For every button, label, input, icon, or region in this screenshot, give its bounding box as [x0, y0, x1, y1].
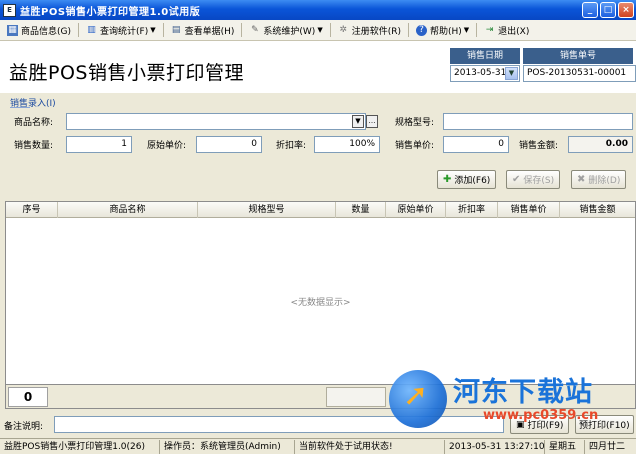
- menu-separator: [407, 23, 409, 37]
- exit-icon: ⇥: [485, 24, 494, 35]
- column-header[interactable]: 规格型号: [198, 202, 336, 218]
- original-price-label: 原始单价:: [147, 141, 187, 151]
- column-header[interactable]: 商品名称: [58, 202, 198, 218]
- sale-price-input[interactable]: 0: [443, 136, 509, 153]
- amount-label: 销售金额:: [519, 141, 559, 151]
- grid-header: 序号 商品名称 规格型号 数量 原始单价 折扣率 销售单价 销售金额: [6, 202, 635, 218]
- wrench-icon: ✎: [251, 24, 259, 35]
- delete-icon: ✖: [577, 174, 586, 185]
- chevron-down-icon: ▼: [317, 26, 323, 34]
- menu-bar: ▦ 商品信息(G) ▥ 查询统计(F) ▼ ▤ 查看单据(H) ✎ 系统维护(W)…: [0, 20, 636, 41]
- menu-goods-info[interactable]: ▦ 商品信息(G): [3, 21, 75, 39]
- delete-button[interactable]: ✖ 删除(D): [571, 170, 627, 189]
- chevron-down-icon: ▼: [150, 26, 156, 34]
- menu-separator: [476, 23, 478, 37]
- sale-price-label: 销售单价:: [395, 141, 435, 151]
- menu-system-maintenance[interactable]: ✎ 系统维护(W) ▼: [245, 21, 326, 39]
- status-bar: 益胜POS销售小票打印管理1.0(26) 操作员：系统管理员(Admin) 当前…: [0, 438, 636, 454]
- menu-separator: [329, 23, 331, 37]
- app-header: 益胜POS销售小票打印管理 销售日期 销售单号 2013-05-31 ▼ POS…: [0, 41, 636, 93]
- chevron-down-icon[interactable]: ▼: [352, 115, 364, 128]
- column-header[interactable]: 折扣率: [446, 202, 498, 218]
- menu-help[interactable]: ? 帮助(H) ▼: [412, 21, 473, 39]
- help-icon: ?: [415, 24, 427, 36]
- chevron-down-icon[interactable]: ▼: [505, 67, 518, 80]
- order-number-label: 销售单号: [523, 48, 633, 64]
- quantity-label: 销售数量:: [14, 141, 54, 151]
- quantity-input[interactable]: 1: [66, 136, 132, 153]
- menu-separator: [241, 23, 243, 37]
- status-operator: 操作员：系统管理员(Admin): [160, 439, 295, 454]
- save-button[interactable]: ✔ 保存(S): [506, 170, 561, 189]
- check-icon: ✔: [512, 174, 521, 185]
- spec-input[interactable]: [443, 113, 633, 130]
- status-datetime: 2013-05-31 13:27:10: [445, 439, 545, 454]
- spec-label: 规格型号:: [395, 118, 435, 128]
- original-price-input[interactable]: 0: [196, 136, 262, 153]
- sale-date-picker[interactable]: 2013-05-31 ▼: [450, 65, 520, 82]
- sales-entry-panel: 销售录入(I) 商品名称: ▼ … 规格型号: 销售数量: 1 原始单价: 0 …: [0, 93, 636, 195]
- menu-register-software[interactable]: ✲ 注册软件(R): [334, 21, 405, 39]
- title-bar: E 益胜POS销售小票打印管理1.0试用版 _ □ ×: [0, 0, 636, 20]
- menu-separator: [162, 23, 164, 37]
- column-header[interactable]: 原始单价: [386, 202, 446, 218]
- menu-exit[interactable]: ⇥ 退出(X): [480, 21, 533, 39]
- column-header[interactable]: 销售金额: [560, 202, 635, 218]
- discount-input[interactable]: 100%: [314, 136, 380, 153]
- remark-label: 备注说明:: [4, 422, 44, 432]
- arrow-icon: ➚: [403, 378, 429, 413]
- minimize-button[interactable]: _: [582, 2, 598, 18]
- watermark-text: 河东下载站: [453, 377, 593, 408]
- window-title: 益胜POS销售小票打印管理1.0试用版: [20, 6, 201, 18]
- status-lunar: 四月廿二: [589, 441, 626, 452]
- column-header[interactable]: 销售单价: [498, 202, 560, 218]
- menu-separator: [78, 23, 79, 37]
- status-trial: 当前软件处于试用状态!: [295, 439, 445, 454]
- add-button[interactable]: ✚ 添加(F6): [437, 170, 497, 189]
- section-underline: [10, 107, 30, 108]
- product-name-input[interactable]: [66, 113, 366, 130]
- chart-icon: ▥: [87, 24, 96, 35]
- browse-icon[interactable]: …: [366, 115, 378, 128]
- menu-query-stats[interactable]: ▥ 查询统计(F) ▼: [82, 21, 160, 39]
- column-header[interactable]: 数量: [336, 202, 386, 218]
- menu-view-documents[interactable]: ▤ 查看单据(H): [167, 21, 239, 39]
- amount-field: 0.00: [568, 136, 633, 153]
- close-button[interactable]: ×: [618, 2, 634, 18]
- order-number-field[interactable]: POS-20130531-00001: [523, 65, 636, 82]
- chevron-down-icon: ▼: [463, 26, 470, 34]
- document-icon: ▤: [171, 24, 181, 35]
- empty-message: <无数据显示>: [290, 298, 351, 308]
- quantity-total: [326, 387, 386, 407]
- watermark-url: www.pc0359.cn: [483, 408, 599, 423]
- status-weekday: 星期五: [545, 439, 585, 454]
- watermark: ➚ 河东下载站 www.pc0359.cn: [383, 364, 636, 438]
- status-app: 益胜POS销售小票打印管理1.0(26): [0, 439, 160, 454]
- app-title: 益胜POS销售小票打印管理: [9, 62, 244, 84]
- gear-icon: ✲: [339, 24, 347, 35]
- product-name-label: 商品名称:: [14, 118, 54, 128]
- plus-icon: ✚: [443, 174, 452, 185]
- goods-icon: ▦: [7, 24, 18, 36]
- row-count: 0: [8, 387, 48, 407]
- column-header[interactable]: 序号: [6, 202, 58, 218]
- app-icon: E: [3, 3, 16, 17]
- maximize-button[interactable]: □: [600, 2, 616, 18]
- sale-date-label: 销售日期: [450, 48, 520, 64]
- discount-label: 折扣率:: [276, 141, 307, 151]
